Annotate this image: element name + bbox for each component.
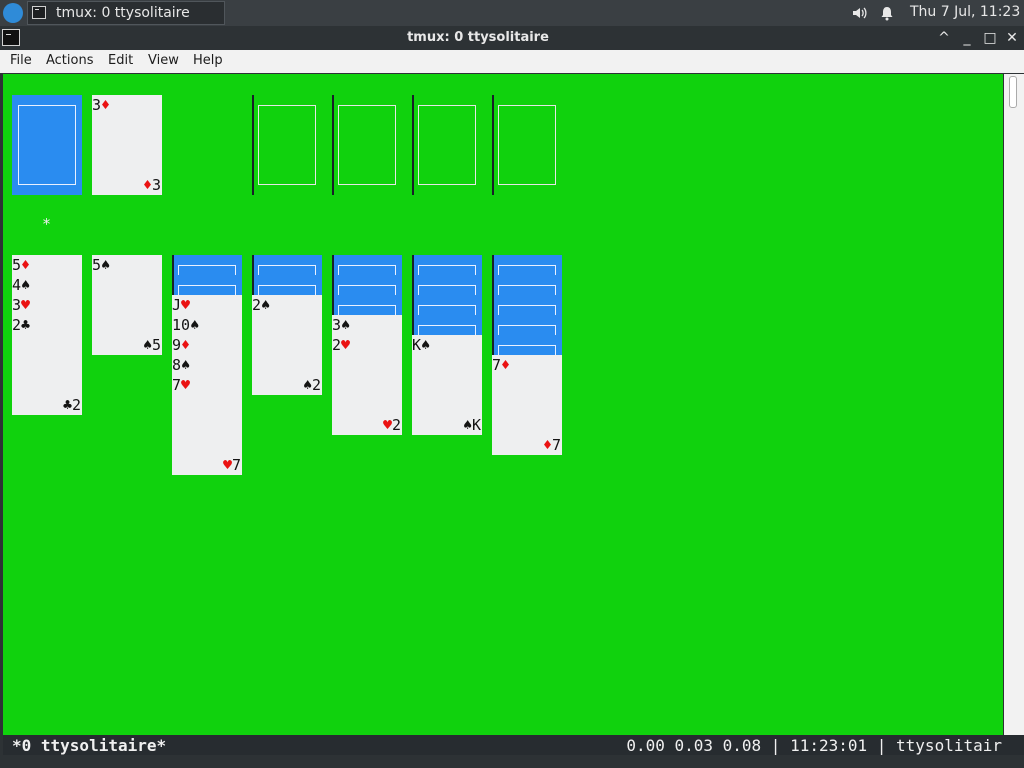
shade-button[interactable]: ^ [935, 29, 953, 47]
card-foot: ♥2 [382, 416, 401, 434]
column-edge [172, 255, 174, 295]
foundation-1[interactable] [252, 95, 322, 195]
terminal-icon [32, 6, 46, 19]
card-foot: ♣2 [62, 396, 81, 414]
volume-icon[interactable] [851, 5, 867, 21]
column-edge [332, 255, 334, 315]
menu-actions[interactable]: Actions [46, 53, 94, 68]
scrollbar-thumb[interactable] [1009, 76, 1017, 108]
card-label[interactable]: 5♠ [92, 255, 110, 275]
close-button[interactable]: ✕ [1003, 29, 1021, 47]
foundation-outline [338, 105, 396, 185]
scrollbar[interactable] [1004, 74, 1024, 735]
card-label[interactable]: 5♦ [12, 255, 30, 275]
face-down-card[interactable] [492, 335, 562, 356]
card-foot: ♥7 [222, 456, 241, 474]
column-edge [412, 255, 414, 335]
card-label[interactable]: J♥ [172, 295, 190, 315]
foundation-outline [418, 105, 476, 185]
waste-card-label: 3♦ [92, 96, 111, 114]
card-label[interactable]: 2♠ [252, 295, 270, 315]
column-edge [492, 255, 494, 355]
tmux-status-right: 0.00 0.03 0.08 | 11:23:01 | ttysolitair [626, 736, 1002, 755]
face-down-card[interactable] [412, 275, 482, 296]
card-label[interactable]: 10♠ [172, 315, 199, 335]
tmux-window-name[interactable]: *0 ttysolitaire* [12, 736, 166, 755]
menu-view[interactable]: View [148, 53, 179, 68]
face-down-card[interactable] [332, 255, 402, 276]
card-back-border [18, 105, 76, 185]
face-down-card[interactable] [492, 275, 562, 296]
face-down-card[interactable] [492, 255, 562, 276]
foundation-3[interactable] [412, 95, 482, 195]
column-edge [252, 255, 254, 295]
taskbar-item-label: tmux: 0 ttysolitaire [56, 5, 190, 21]
face-down-card[interactable] [412, 255, 482, 276]
card-label[interactable]: 7♥ [172, 375, 190, 395]
card-foot: ♠K [462, 416, 481, 434]
tableau-column-5[interactable]: 3♠ 2♥ ♥2 [332, 315, 402, 435]
foundation-outline [258, 105, 316, 185]
face-down-card[interactable] [332, 295, 402, 316]
face-down-card[interactable] [252, 275, 322, 296]
face-down-card[interactable] [412, 295, 482, 316]
menu-file[interactable]: File [10, 53, 32, 68]
menu-edit[interactable]: Edit [108, 53, 133, 68]
face-down-card[interactable] [492, 295, 562, 316]
window-titlebar[interactable]: tmux: 0 ttysolitaire ^ _ □ ✕ [0, 26, 1024, 50]
tableau-column-2[interactable]: 5♠ ♠5 [92, 255, 162, 355]
face-down-card[interactable] [172, 275, 242, 296]
card-label[interactable]: 2♣ [12, 315, 30, 335]
app-menu-icon[interactable] [3, 3, 23, 23]
card-label[interactable]: 4♠ [12, 275, 30, 295]
card-label[interactable]: 2♥ [332, 335, 350, 355]
clock[interactable]: Thu 7 Jul, 11:23 [910, 4, 1020, 20]
foundation-4[interactable] [492, 95, 562, 195]
card-label[interactable]: 8♠ [172, 355, 190, 375]
face-down-card[interactable] [492, 315, 562, 336]
face-down-card[interactable] [412, 315, 482, 336]
taskbar-item-tmux[interactable]: tmux: 0 ttysolitaire [27, 1, 225, 25]
card-label[interactable]: 3♠ [332, 315, 350, 335]
maximize-button[interactable]: □ [981, 29, 999, 47]
foundation-2[interactable] [332, 95, 402, 195]
tableau-column-4[interactable]: 2♠ ♠2 [252, 295, 322, 395]
tableau-column-6[interactable]: K♠ ♠K [412, 335, 482, 435]
window-bottom-border [0, 755, 1024, 768]
window-title: tmux: 0 ttysolitaire [407, 30, 549, 45]
tableau-column-1[interactable]: 5♦ 4♠ 3♥ 2♣ ♣2 [12, 255, 82, 415]
minimize-button[interactable]: _ [958, 29, 976, 47]
slot-edge [412, 95, 414, 195]
slot-edge [332, 95, 334, 195]
face-down-card[interactable] [252, 255, 322, 276]
foundation-outline [498, 105, 556, 185]
menu-help[interactable]: Help [193, 53, 223, 68]
card-label[interactable]: 3♥ [12, 295, 30, 315]
face-down-card[interactable] [332, 275, 402, 296]
top-panel: tmux: 0 ttysolitaire Thu 7 Jul, 11:23 [0, 0, 1024, 26]
slot-edge [492, 95, 494, 195]
tableau-column-3[interactable]: J♥ 10♠ 9♦ 8♠ 7♥ ♥7 [172, 295, 242, 475]
card-foot: ♠5 [142, 336, 161, 354]
menubar: File Actions Edit View Help [0, 50, 1024, 73]
card-foot: ♦7 [542, 436, 561, 454]
card-label[interactable]: 9♦ [172, 335, 190, 355]
waste-pile[interactable]: 3♦ ♦3 [92, 95, 162, 195]
face-down-card[interactable] [172, 255, 242, 276]
tableau-column-7[interactable]: 7♦ ♦7 [492, 355, 562, 455]
selection-cursor: * [42, 215, 52, 233]
slot-edge [252, 95, 254, 195]
stock-pile[interactable] [12, 95, 82, 195]
card-label[interactable]: K♠ [412, 335, 430, 355]
waste-card-foot: ♦3 [142, 176, 161, 194]
bell-icon[interactable] [879, 5, 895, 21]
card-label[interactable]: 7♦ [492, 355, 510, 375]
tmux-status-bar: *0 ttysolitaire* 0.00 0.03 0.08 | 11:23:… [3, 735, 1024, 755]
card-foot: ♠2 [302, 376, 321, 394]
